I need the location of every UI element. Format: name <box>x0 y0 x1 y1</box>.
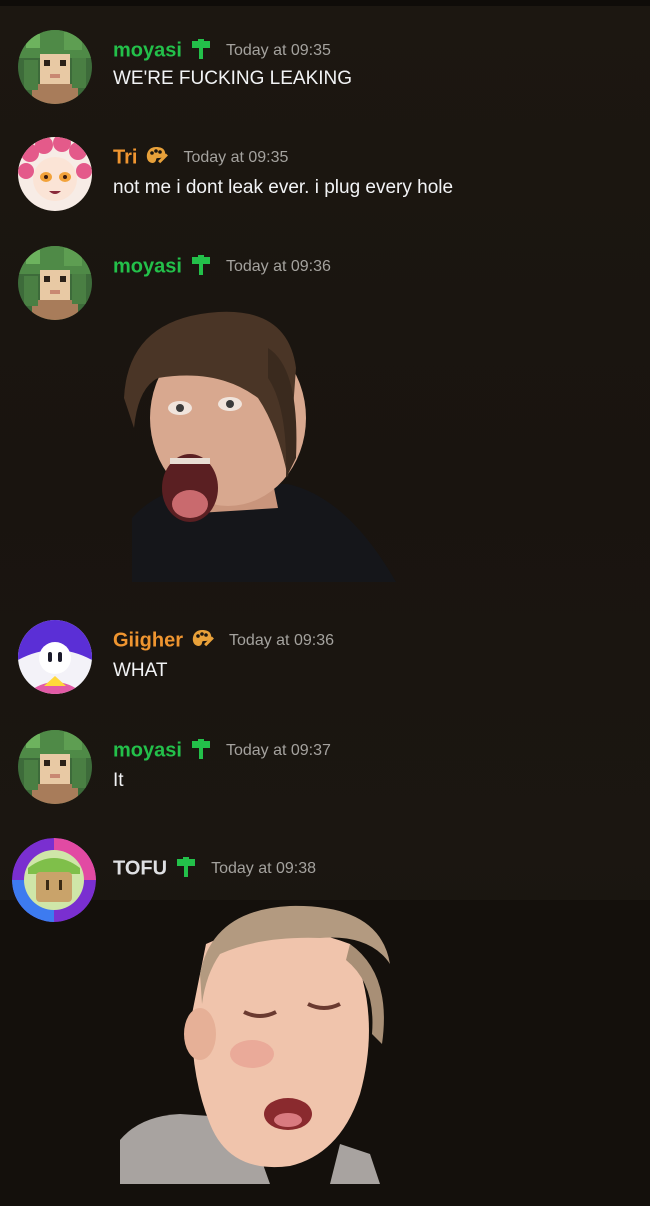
message-header: moyasi Today at 09:37 <box>113 738 331 764</box>
username[interactable]: moyasi <box>113 740 182 762</box>
avatar-moyasi[interactable] <box>18 246 92 320</box>
message-text: It <box>113 770 124 791</box>
timestamp: Today at 09:37 <box>225 742 331 759</box>
username[interactable]: moyasi <box>113 256 182 278</box>
username[interactable]: Tri <box>113 147 137 169</box>
username[interactable]: moyasi <box>113 40 182 62</box>
username[interactable]: Giigher <box>113 630 183 652</box>
timestamp: Today at 09:35 <box>183 149 289 166</box>
hammer-icon <box>190 738 212 764</box>
username[interactable]: TOFU <box>113 858 167 880</box>
hammer-icon <box>190 254 212 280</box>
avatar-tri[interactable] <box>18 137 92 211</box>
message-header: Tri Today at 09:35 <box>113 145 288 171</box>
hammer-icon <box>175 856 197 882</box>
timestamp: Today at 09:36 <box>229 632 334 649</box>
message-header: moyasi Today at 09:35 <box>113 38 331 64</box>
message-header: TOFU Today at 09:38 <box>113 856 316 882</box>
avatar-moyasi[interactable] <box>18 730 92 804</box>
palette-icon <box>191 628 215 654</box>
message-text: WE'RE FUCKING LEAKING <box>113 68 353 89</box>
chat-message-list[interactable]: moyasi Today at 09:35 WE'RE FUCKING LEAKI… <box>0 6 650 1206</box>
message-text: not me i dont leak ever. i plug every ho… <box>113 177 454 198</box>
avatar-tofu[interactable] <box>12 838 96 922</box>
sticker-sleepy-man[interactable] <box>120 904 392 1184</box>
timestamp: Today at 09:35 <box>225 42 331 59</box>
hammer-icon <box>190 38 212 64</box>
avatar-giigher[interactable] <box>18 620 92 694</box>
message-text: WHAT <box>113 660 168 681</box>
timestamp: Today at 09:38 <box>211 860 317 877</box>
message-header: Giigher Today at 09:36 <box>113 628 334 654</box>
timestamp: Today at 09:36 <box>225 258 331 275</box>
sticker-shocked-man[interactable] <box>118 308 400 582</box>
message-header: moyasi Today at 09:36 <box>113 254 331 280</box>
palette-icon <box>145 145 169 171</box>
avatar-moyasi[interactable] <box>18 30 92 104</box>
